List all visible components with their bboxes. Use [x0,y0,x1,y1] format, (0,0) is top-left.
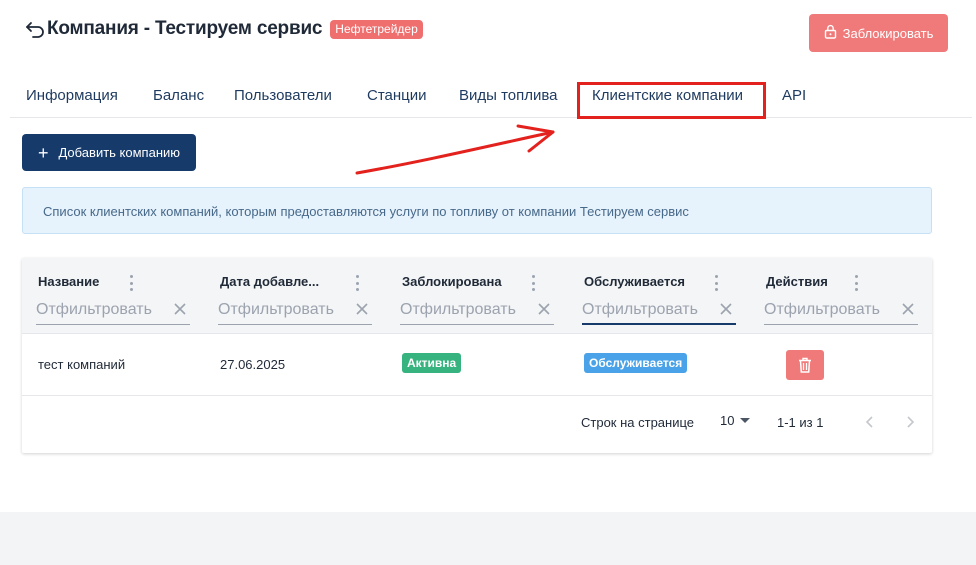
clear-icon[interactable] [354,301,370,317]
rows-per-page-value: 10 [720,413,735,428]
plus-icon: + [37,142,49,163]
clear-icon[interactable] [718,301,734,317]
blocked-status-badge: Активна [402,353,462,373]
column-menu-icon[interactable] [352,275,362,291]
column-title[interactable]: Заблокирована [402,274,502,289]
filter-input[interactable] [764,297,894,323]
back-arrow-icon[interactable] [24,18,46,40]
column-menu-icon[interactable] [126,275,136,291]
add-company-button[interactable]: + Добавить компанию [22,134,196,171]
company-type-badge: Нефтетрейдер [330,19,423,39]
caret-down-icon [740,417,751,423]
page: Компания - Тестируем сервис Нефтетрейдер… [0,0,976,512]
tab-api[interactable]: API [782,87,806,104]
filter-input[interactable] [36,297,166,323]
filter-date [218,297,372,325]
annotation-highlight-box [577,82,766,119]
tab-balance[interactable]: Баланс [153,87,204,104]
column-served: Обслуживается [568,258,750,334]
company-name-cell: тест компаний [38,357,126,372]
table-header: Название Дата добавле... Заблокирована [22,258,932,334]
clear-icon[interactable] [536,301,552,317]
column-title[interactable]: Обслуживается [584,274,685,289]
block-company-button[interactable]: Заблокировать [809,14,948,52]
add-company-label: Добавить компанию [58,145,181,160]
tab-fuel-types[interactable]: Виды топлива [459,87,558,104]
trash-icon [799,357,811,373]
column-title[interactable]: Название [38,274,99,289]
page-header: Компания - Тестируем сервис Нефтетрейдер [24,18,423,40]
filter-input[interactable] [400,297,530,323]
filter-name [36,297,190,325]
chevron-right-icon[interactable] [900,412,920,432]
filter-input[interactable] [218,297,348,323]
column-name: Название [22,258,204,334]
filter-blocked [400,297,554,325]
column-title[interactable]: Дата добавле... [220,274,319,289]
table-row[interactable]: тест компаний 27.06.2025 Активна Обслужи… [22,335,932,396]
block-button-label: Заблокировать [842,25,934,41]
clear-icon[interactable] [172,301,188,317]
column-actions: Действия [750,258,932,334]
lock-icon [824,24,837,42]
clear-icon[interactable] [900,301,916,317]
delete-button[interactable] [786,350,824,380]
filter-served [582,297,736,325]
client-companies-table: Название Дата добавле... Заблокирована [22,258,932,453]
rows-per-page-label: Строк на странице [581,415,695,430]
date-added-cell: 27.06.2025 [220,357,286,372]
column-menu-icon[interactable] [528,275,538,291]
filter-input[interactable] [582,297,712,323]
pagination-range: 1-1 из 1 [777,415,824,430]
info-banner: Список клиентских компаний, которым пред… [22,187,932,234]
chevron-left-icon[interactable] [860,412,880,432]
rows-per-page-select[interactable]: 10 [720,413,751,428]
column-title[interactable]: Действия [766,274,828,289]
filter-actions [764,297,918,325]
page-title: Компания - Тестируем сервис [47,18,323,39]
served-status-badge: Обслуживается [584,353,688,373]
column-date: Дата добавле... [204,258,386,334]
column-menu-icon[interactable] [851,275,861,291]
column-blocked: Заблокирована [386,258,568,334]
table-pagination: Строк на странице 10 1-1 из 1 [22,397,932,453]
column-menu-icon[interactable] [711,275,721,291]
tab-bar: Информация Баланс Пользователи Станции В… [10,72,972,118]
tab-stations[interactable]: Станции [367,87,427,104]
tab-info[interactable]: Информация [26,87,118,104]
tab-users[interactable]: Пользователи [234,87,332,104]
